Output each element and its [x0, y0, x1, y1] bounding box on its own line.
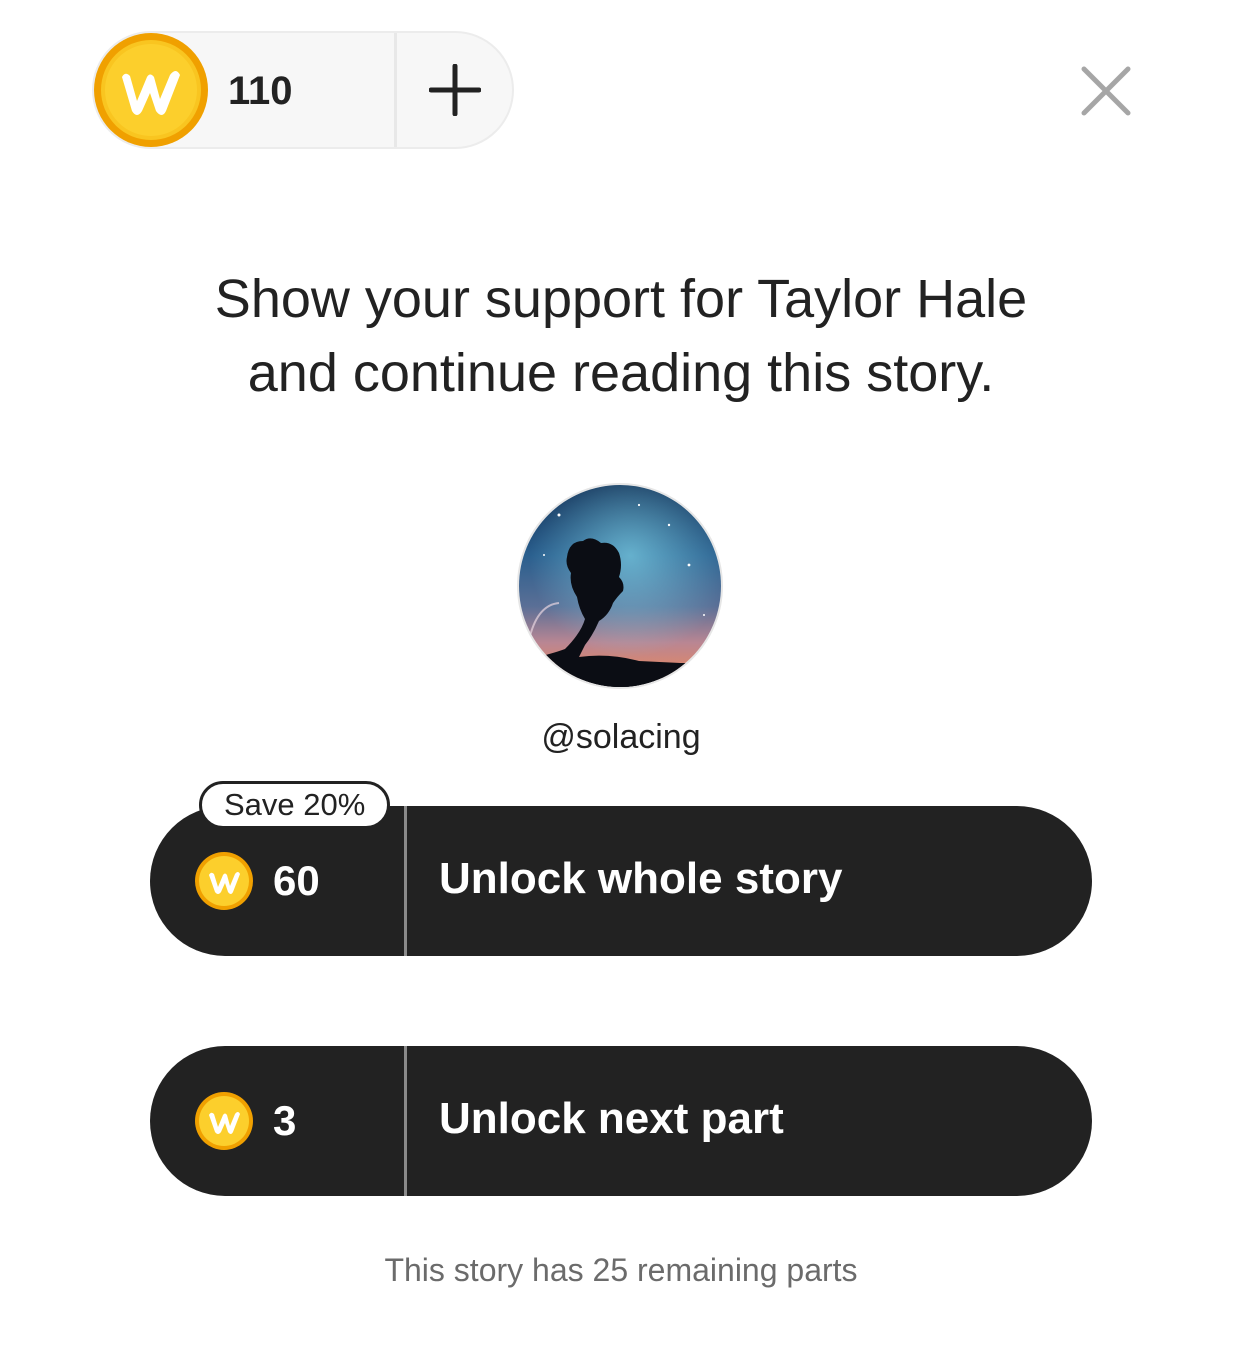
coin-wallet: 110 — [92, 31, 514, 149]
wattpad-coin-icon — [195, 852, 253, 910]
save-badge: Save 20% — [199, 781, 391, 829]
whole-story-price: 60 — [273, 857, 320, 904]
wattpad-coin-icon — [94, 33, 208, 147]
unlock-next-part-button[interactable]: 3 Unlock next part — [150, 1046, 1092, 1196]
whole-story-label: Unlock whole story — [439, 854, 843, 903]
avatar-image — [519, 485, 721, 687]
close-button[interactable] — [1076, 61, 1136, 121]
heading-line-2: and continue reading this story. — [247, 343, 995, 403]
button-divider — [404, 1046, 407, 1196]
next-part-price: 3 — [273, 1097, 297, 1144]
close-icon — [1081, 66, 1131, 116]
support-heading: Show your support for Taylor Hale and co… — [121, 262, 1121, 410]
author-avatar[interactable] — [517, 483, 723, 689]
coin-balance: 110 — [228, 69, 293, 113]
heading-line-1: Show your support for Taylor Hale — [214, 269, 1028, 329]
next-part-label: Unlock next part — [439, 1094, 784, 1143]
add-coins-button[interactable] — [397, 33, 512, 147]
wattpad-coin-icon — [195, 1092, 253, 1150]
plus-icon — [428, 64, 481, 116]
author-username[interactable]: @solacing — [421, 716, 821, 758]
remaining-parts-text: This story has 25 remaining parts — [384, 1252, 858, 1288]
button-divider — [404, 806, 407, 956]
